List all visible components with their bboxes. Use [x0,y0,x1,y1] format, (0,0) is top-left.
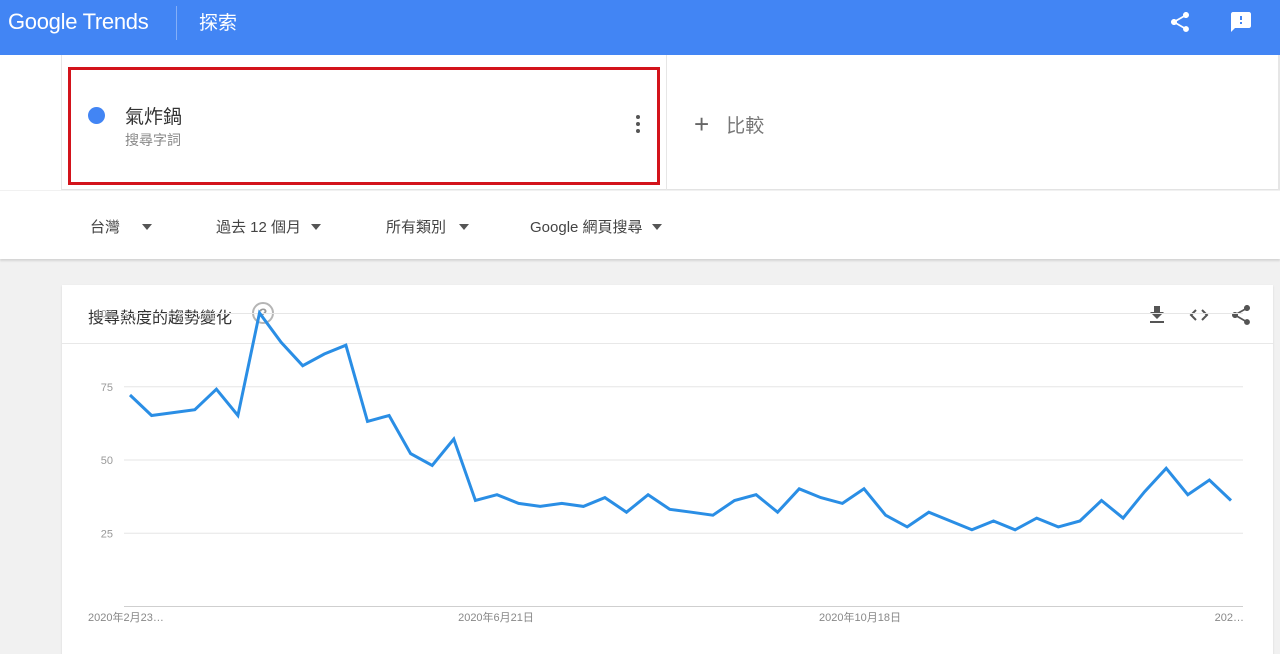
x-tick-label: 2020年2月23… [88,610,164,624]
compare-button[interactable]: + 比較 [694,109,765,139]
term-name[interactable]: 氣炸鍋 [125,102,182,129]
header-divider [176,6,177,40]
search-term-card[interactable]: 氣炸鍋 搜尋字詞 [68,67,660,185]
logo-trends-text: Trends [82,9,149,34]
x-tick-label: 2020年6月21日 [458,610,534,624]
category-filter[interactable]: 所有類別 [386,216,470,237]
interest-over-time-card: 搜尋熱度的趨勢變化 ? 100 75 50 25 2020年2月23… 2020年6月21… [62,285,1273,654]
left-gutter [0,55,62,190]
dropdown-arrow-icon [311,223,322,230]
interest-line-chart: 100 75 50 25 2020年2月23… 2020年6月21日 2020年10月18日… [88,309,1244,625]
logo-google-text: Google [8,9,78,34]
filter-bar: 台灣 過去 12 個月 所有類別 Google 網頁搜尋 [0,191,1280,259]
y-tick-label: 100 [95,309,113,321]
top-app-bar: Google Trends 探索 [0,0,1280,55]
compare-divider [666,55,667,190]
plus-icon: + [694,109,710,139]
more-options-icon[interactable] [632,115,644,137]
region-filter[interactable]: 台灣 [90,216,153,237]
dropdown-arrow-icon [459,223,470,230]
y-tick-label: 75 [101,382,113,394]
time-filter[interactable]: 過去 12 個月 [216,216,322,237]
search-property-filter[interactable]: Google 網頁搜尋 [530,216,662,237]
region-filter-label: 台灣 [90,219,121,236]
feedback-icon[interactable] [1229,10,1253,34]
time-filter-label: 過去 12 個月 [216,219,302,236]
search-property-label: Google 網頁搜尋 [530,219,643,236]
y-tick-label: 25 [101,528,113,540]
page-title-explore: 探索 [199,13,238,34]
dropdown-arrow-icon [651,223,662,230]
term-type-label: 搜尋字詞 [125,132,181,148]
google-trends-logo[interactable]: Google Trends [8,9,149,35]
category-filter-label: 所有類別 [386,219,447,236]
x-tick-label: 2020年10月18日 [819,610,901,624]
y-tick-label: 50 [101,455,113,467]
search-term-bar: 氣炸鍋 搜尋字詞 + 比較 [0,55,1280,190]
x-tick-label: 202… [1215,612,1244,624]
dropdown-arrow-icon [142,223,153,230]
series-line [128,309,1233,532]
share-icon[interactable] [1168,10,1192,34]
term-color-dot [88,107,105,124]
compare-label: 比較 [726,115,765,137]
